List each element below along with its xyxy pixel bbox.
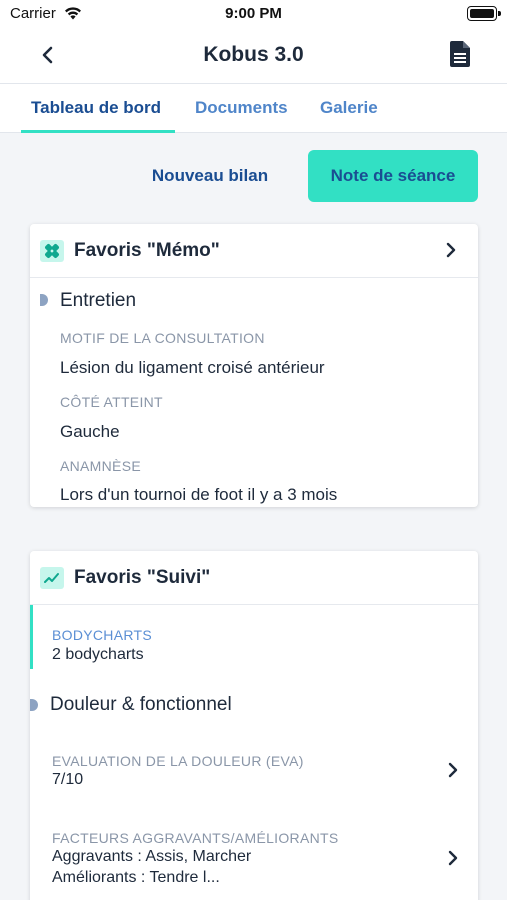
eva-value: 7/10 bbox=[52, 771, 84, 788]
battery-icon bbox=[467, 6, 501, 21]
memo-card-title: Favoris "Mémo" bbox=[74, 240, 220, 261]
cote-atteint-label: CÔTÉ ATTEINT bbox=[60, 394, 163, 410]
suivi-card-header[interactable]: Favoris "Suivi" bbox=[30, 551, 478, 605]
active-tab-indicator bbox=[21, 130, 175, 133]
suivi-card-title: Favoris "Suivi" bbox=[74, 567, 211, 588]
eva-row[interactable]: EVALUATION DE LA DOULEUR (EVA) 7/10 bbox=[30, 743, 478, 803]
section-marker-icon bbox=[40, 294, 48, 306]
anamnese-value: Lors d'un tournoi de foot il y a 3 mois bbox=[60, 485, 338, 504]
entretien-section-title: Entretien bbox=[60, 290, 137, 311]
tab-bar: Tableau de bord Documents Galerie bbox=[0, 84, 507, 133]
document-icon bbox=[450, 41, 470, 67]
facteurs-value-aggravants: Aggravants : Assis, Marcher bbox=[52, 848, 252, 865]
chevron-right-icon bbox=[448, 850, 458, 871]
documents-button[interactable] bbox=[447, 40, 473, 68]
bandage-icon bbox=[40, 240, 64, 262]
tab-tableau-de-bord[interactable]: Tableau de bord bbox=[31, 98, 161, 118]
status-bar: Carrier 9:00 PM bbox=[0, 0, 507, 28]
douleur-section-title: Douleur & fonctionnel bbox=[50, 694, 232, 715]
nouveau-bilan-button[interactable]: Nouveau bilan bbox=[136, 150, 284, 202]
trend-chart-icon bbox=[40, 567, 64, 589]
facteurs-value-ameliorants: Améliorants : Tendre l... bbox=[52, 869, 220, 886]
facteurs-row[interactable]: FACTEURS AGGRAVANTS/AMÉLIORANTS Aggravan… bbox=[30, 821, 478, 900]
motif-value: Lésion du ligament croisé antérieur bbox=[60, 358, 325, 377]
tab-documents[interactable]: Documents bbox=[195, 98, 288, 118]
facteurs-label: FACTEURS AGGRAVANTS/AMÉLIORANTS bbox=[52, 830, 339, 846]
motif-label: MOTIF DE LA CONSULTATION bbox=[60, 330, 265, 346]
page-title: Kobus 3.0 bbox=[203, 43, 304, 66]
section-marker-icon bbox=[30, 699, 38, 711]
chevron-right-icon bbox=[446, 242, 456, 263]
tab-galerie[interactable]: Galerie bbox=[320, 98, 378, 118]
suivi-favorites-card: Favoris "Suivi" BODYCHARTS 2 bodycharts … bbox=[30, 551, 478, 900]
status-time: 9:00 PM bbox=[225, 5, 282, 22]
memo-favorites-card: Favoris "Mémo" Entretien MOTIF DE LA CON… bbox=[30, 224, 478, 507]
anamnese-label: ANAMNÈSE bbox=[60, 458, 141, 474]
bodycharts-label: BODYCHARTS bbox=[52, 627, 152, 643]
bodycharts-row[interactable]: BODYCHARTS 2 bodycharts bbox=[30, 605, 478, 669]
navigation-bar: Kobus 3.0 bbox=[0, 28, 507, 84]
cote-atteint-value: Gauche bbox=[60, 422, 120, 441]
chevron-right-icon bbox=[448, 762, 458, 783]
bodycharts-value: 2 bodycharts bbox=[52, 646, 144, 663]
eva-label: EVALUATION DE LA DOULEUR (EVA) bbox=[52, 753, 304, 769]
memo-card-header[interactable]: Favoris "Mémo" bbox=[30, 224, 478, 278]
note-de-seance-button[interactable]: Note de séance bbox=[308, 150, 478, 202]
